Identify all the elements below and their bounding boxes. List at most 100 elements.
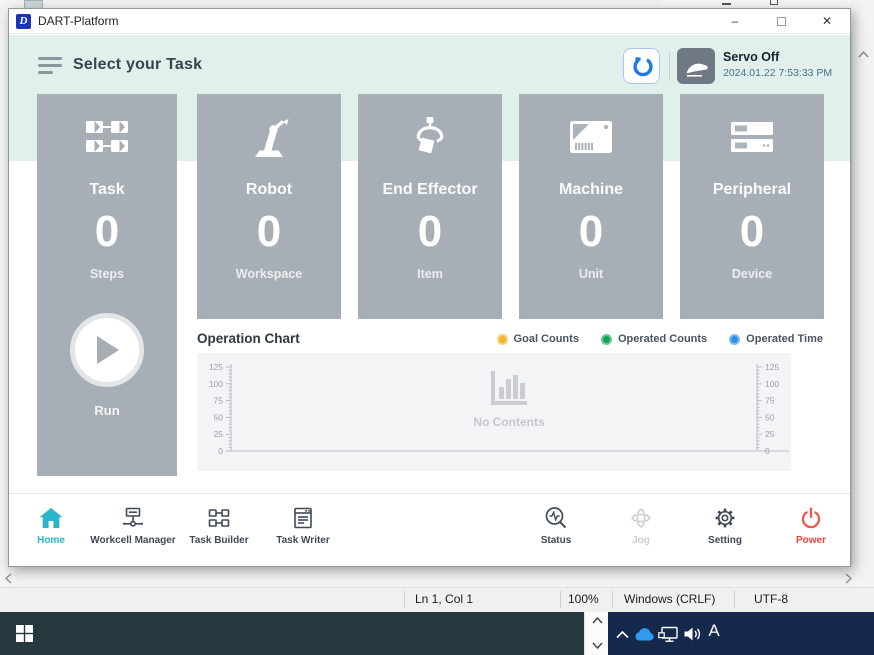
scroll-down-icon[interactable]: [592, 642, 603, 649]
nav-item-jog[interactable]: Jog: [611, 504, 671, 546]
card-end-effector[interactable]: End Effector 0 Item: [358, 94, 502, 319]
operated-counts-dot-icon: [601, 334, 612, 345]
card-unit: Workspace: [236, 267, 302, 281]
background-window-fragment: [660, 0, 850, 7]
play-icon: [93, 334, 121, 366]
background-minimize-fragment: [722, 3, 731, 5]
maximize-button[interactable]: [758, 9, 804, 33]
card-unit: Item: [417, 267, 443, 281]
statusbar-zoom-level: 100%: [568, 592, 599, 606]
card-task[interactable]: Task 0 Steps Run: [37, 94, 177, 476]
windows-logo-icon: [16, 625, 33, 642]
nav-item-label: Setting: [708, 535, 742, 546]
close-button[interactable]: ✕: [804, 9, 850, 33]
legend-label: Goal Counts: [514, 333, 579, 345]
servo-status-label: Servo Off: [723, 50, 779, 64]
svg-text:0: 0: [765, 446, 770, 456]
scroll-right-icon[interactable]: [845, 573, 852, 584]
svg-text:75: 75: [765, 396, 775, 406]
legend-goal-counts: Goal Counts: [497, 333, 579, 345]
chart-empty-state: No Contents: [449, 369, 569, 429]
bottom-navigation: Home Workcell Manager Task Builder: [9, 493, 850, 566]
statusbar-separator: [404, 591, 405, 608]
dart-platform-window: D DART-Platform – ✕ Select your Task Ser…: [8, 8, 851, 567]
page-title: Select your Task: [73, 56, 202, 74]
nav-item-task-builder[interactable]: Task Builder: [179, 504, 259, 546]
gripper-icon: [406, 111, 454, 163]
svg-text:50: 50: [765, 412, 775, 422]
onedrive-cloud-icon[interactable]: [633, 622, 655, 646]
taskbar: [0, 612, 584, 655]
statusbar-separator: [612, 591, 613, 608]
operation-chart: 00252550507575100100125125 No Contents: [197, 353, 791, 471]
scroll-up-icon[interactable]: [592, 617, 603, 624]
nav-item-setting[interactable]: Setting: [695, 504, 755, 546]
workcell-manager-icon: [119, 504, 147, 532]
servo-timestamp: 2024.01.22 7:53:33 PM: [723, 67, 832, 79]
card-count: 0: [95, 209, 119, 255]
run-button[interactable]: [70, 313, 144, 387]
refresh-button[interactable]: [623, 48, 660, 84]
scroll-left-icon[interactable]: [5, 573, 12, 584]
refresh-icon: [631, 55, 653, 77]
svg-text:75: 75: [214, 396, 224, 406]
gear-icon: [711, 504, 739, 532]
svg-text:0: 0: [218, 446, 223, 456]
legend-label: Operated Time: [746, 333, 823, 345]
svg-text:25: 25: [214, 429, 224, 439]
nav-item-label: Workcell Manager: [90, 535, 175, 546]
card-robot[interactable]: Robot 0 Workspace: [197, 94, 341, 319]
tray-chevron-up-icon[interactable]: [613, 622, 631, 646]
nav-item-label: Home: [37, 535, 65, 546]
minimize-button[interactable]: –: [712, 9, 758, 33]
nav-item-label: Task Writer: [276, 535, 330, 546]
legend-label: Operated Counts: [618, 333, 707, 345]
network-icon[interactable]: [657, 622, 679, 646]
svg-text:50: 50: [214, 412, 224, 422]
editor-vertical-scrollbar[interactable]: [851, 33, 874, 566]
card-count: 0: [418, 209, 442, 255]
robot-hand-icon: [683, 53, 709, 79]
window-title: DART-Platform: [38, 14, 118, 28]
nav-item-label: Jog: [632, 535, 650, 546]
svg-text:100: 100: [209, 379, 223, 389]
window-scrollbar-column[interactable]: [584, 612, 608, 655]
card-title: Task: [89, 181, 124, 199]
menu-hamburger-icon[interactable]: [38, 57, 62, 75]
nav-item-workcell-manager[interactable]: Workcell Manager: [78, 504, 188, 546]
card-peripheral[interactable]: Peripheral 0 Device: [680, 94, 824, 319]
goal-counts-dot-icon: [497, 334, 508, 345]
card-machine[interactable]: Machine 0 Unit: [519, 94, 663, 319]
empty-chart-icon: [487, 369, 531, 409]
maximize-icon: [777, 17, 786, 26]
scroll-up-icon[interactable]: [858, 51, 869, 58]
nav-item-task-writer[interactable]: Task Writer: [263, 504, 343, 546]
operated-time-dot-icon: [729, 334, 740, 345]
windows-start-button[interactable]: [8, 618, 40, 649]
card-title: End Effector: [382, 181, 477, 199]
ime-language-indicator[interactable]: A: [704, 619, 724, 643]
statusbar-cursor-position: Ln 1, Col 1: [415, 592, 473, 606]
nav-item-status[interactable]: Status: [526, 504, 586, 546]
statusbar-separator: [734, 591, 735, 608]
task-writer-icon: [289, 504, 317, 532]
chart-title: Operation Chart: [197, 331, 300, 346]
svg-text:100: 100: [765, 379, 779, 389]
app-logo-icon: D: [16, 14, 31, 29]
card-title: Robot: [246, 181, 292, 199]
header-divider: [669, 52, 670, 81]
card-title: Peripheral: [713, 181, 791, 199]
svg-text:125: 125: [209, 362, 223, 372]
editor-horizontal-scrollbar[interactable]: [0, 567, 874, 588]
task-icon: [83, 111, 131, 163]
window-titlebar[interactable]: D DART-Platform – ✕: [9, 9, 850, 34]
servo-button[interactable]: [677, 48, 715, 84]
nav-item-power[interactable]: Power: [781, 504, 841, 546]
legend-operated-time: Operated Time: [729, 333, 823, 345]
power-icon: [797, 504, 825, 532]
nav-item-home[interactable]: Home: [23, 504, 79, 546]
run-label: Run: [94, 403, 119, 418]
nav-item-label: Task Builder: [189, 535, 248, 546]
speaker-icon[interactable]: [682, 622, 702, 646]
chart-legend: Goal Counts Operated Counts Operated Tim…: [497, 333, 823, 345]
